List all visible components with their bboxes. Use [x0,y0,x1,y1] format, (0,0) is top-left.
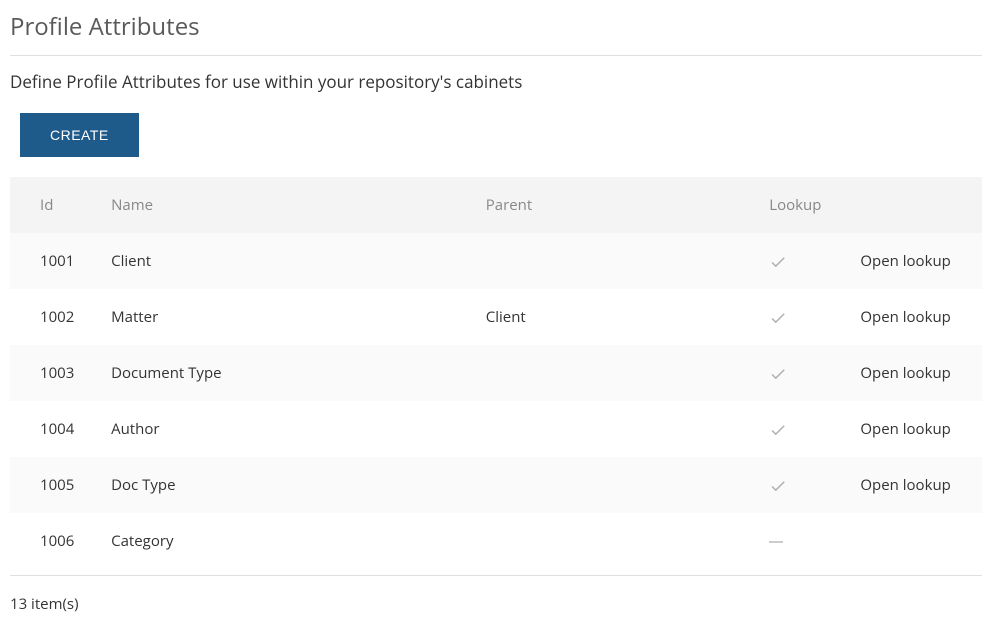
open-lookup-link[interactable]: Open lookup [860,307,950,327]
table-row[interactable]: 1003Document Type Open lookup [10,345,982,401]
page-subtitle: Define Profile Attributes for use within… [10,70,982,93]
cell-lookup [759,401,850,457]
check-icon [769,363,787,383]
open-lookup-link[interactable]: Open lookup [860,419,950,439]
page-title: Profile Attributes [10,10,982,56]
cell-action: Open lookup [850,289,982,345]
cell-name: Category [101,513,476,569]
header-name[interactable]: Name [101,177,476,233]
cell-parent [476,457,760,513]
cell-lookup [759,457,850,513]
cell-id: 1001 [10,233,101,289]
cell-parent [476,513,760,569]
cell-action: Open lookup [850,233,982,289]
attributes-table: Id Name Parent Lookup 1001ClientOpen loo… [10,177,982,569]
cell-name: Doc Type [101,457,476,513]
cell-action: Open lookup [850,401,982,457]
header-parent[interactable]: Parent [476,177,760,233]
cell-id: 1006 [10,513,101,569]
cell-id: 1003 [10,345,101,401]
cell-id: 1005 [10,457,101,513]
check-icon [769,251,787,271]
cell-parent: Client [476,289,760,345]
header-action [850,177,982,233]
table-header-row: Id Name Parent Lookup [10,177,982,233]
cell-parent [476,401,760,457]
open-lookup-link[interactable]: Open lookup [860,475,950,495]
cell-lookup [759,233,850,289]
dash-icon [769,541,783,543]
cell-action: Open lookup [850,345,982,401]
table-row[interactable]: 1005Doc Type Open lookup [10,457,982,513]
open-lookup-link[interactable]: Open lookup [860,363,950,383]
cell-id: 1002 [10,289,101,345]
header-lookup[interactable]: Lookup [759,177,850,233]
table-row[interactable]: 1004Author Open lookup [10,401,982,457]
cell-name: Author [101,401,476,457]
open-lookup-link[interactable]: Open lookup [860,251,950,271]
cell-parent [476,233,760,289]
cell-id: 1004 [10,401,101,457]
header-id[interactable]: Id [10,177,101,233]
cell-name: Matter [101,289,476,345]
cell-parent [476,345,760,401]
cell-lookup [759,513,850,569]
check-icon [769,419,787,439]
cell-action [850,513,982,569]
table-row[interactable]: 1002MatterClient Open lookup [10,289,982,345]
table-row[interactable]: 1001Client Open lookup [10,233,982,289]
footer-count: 13 item(s) [10,575,982,614]
check-icon [769,307,787,327]
cell-name: Document Type [101,345,476,401]
create-button[interactable]: CREATE [20,113,139,157]
table-row[interactable]: 1006Category [10,513,982,569]
cell-action: Open lookup [850,457,982,513]
cell-lookup [759,289,850,345]
cell-lookup [759,345,850,401]
check-icon [769,475,787,495]
cell-name: Client [101,233,476,289]
